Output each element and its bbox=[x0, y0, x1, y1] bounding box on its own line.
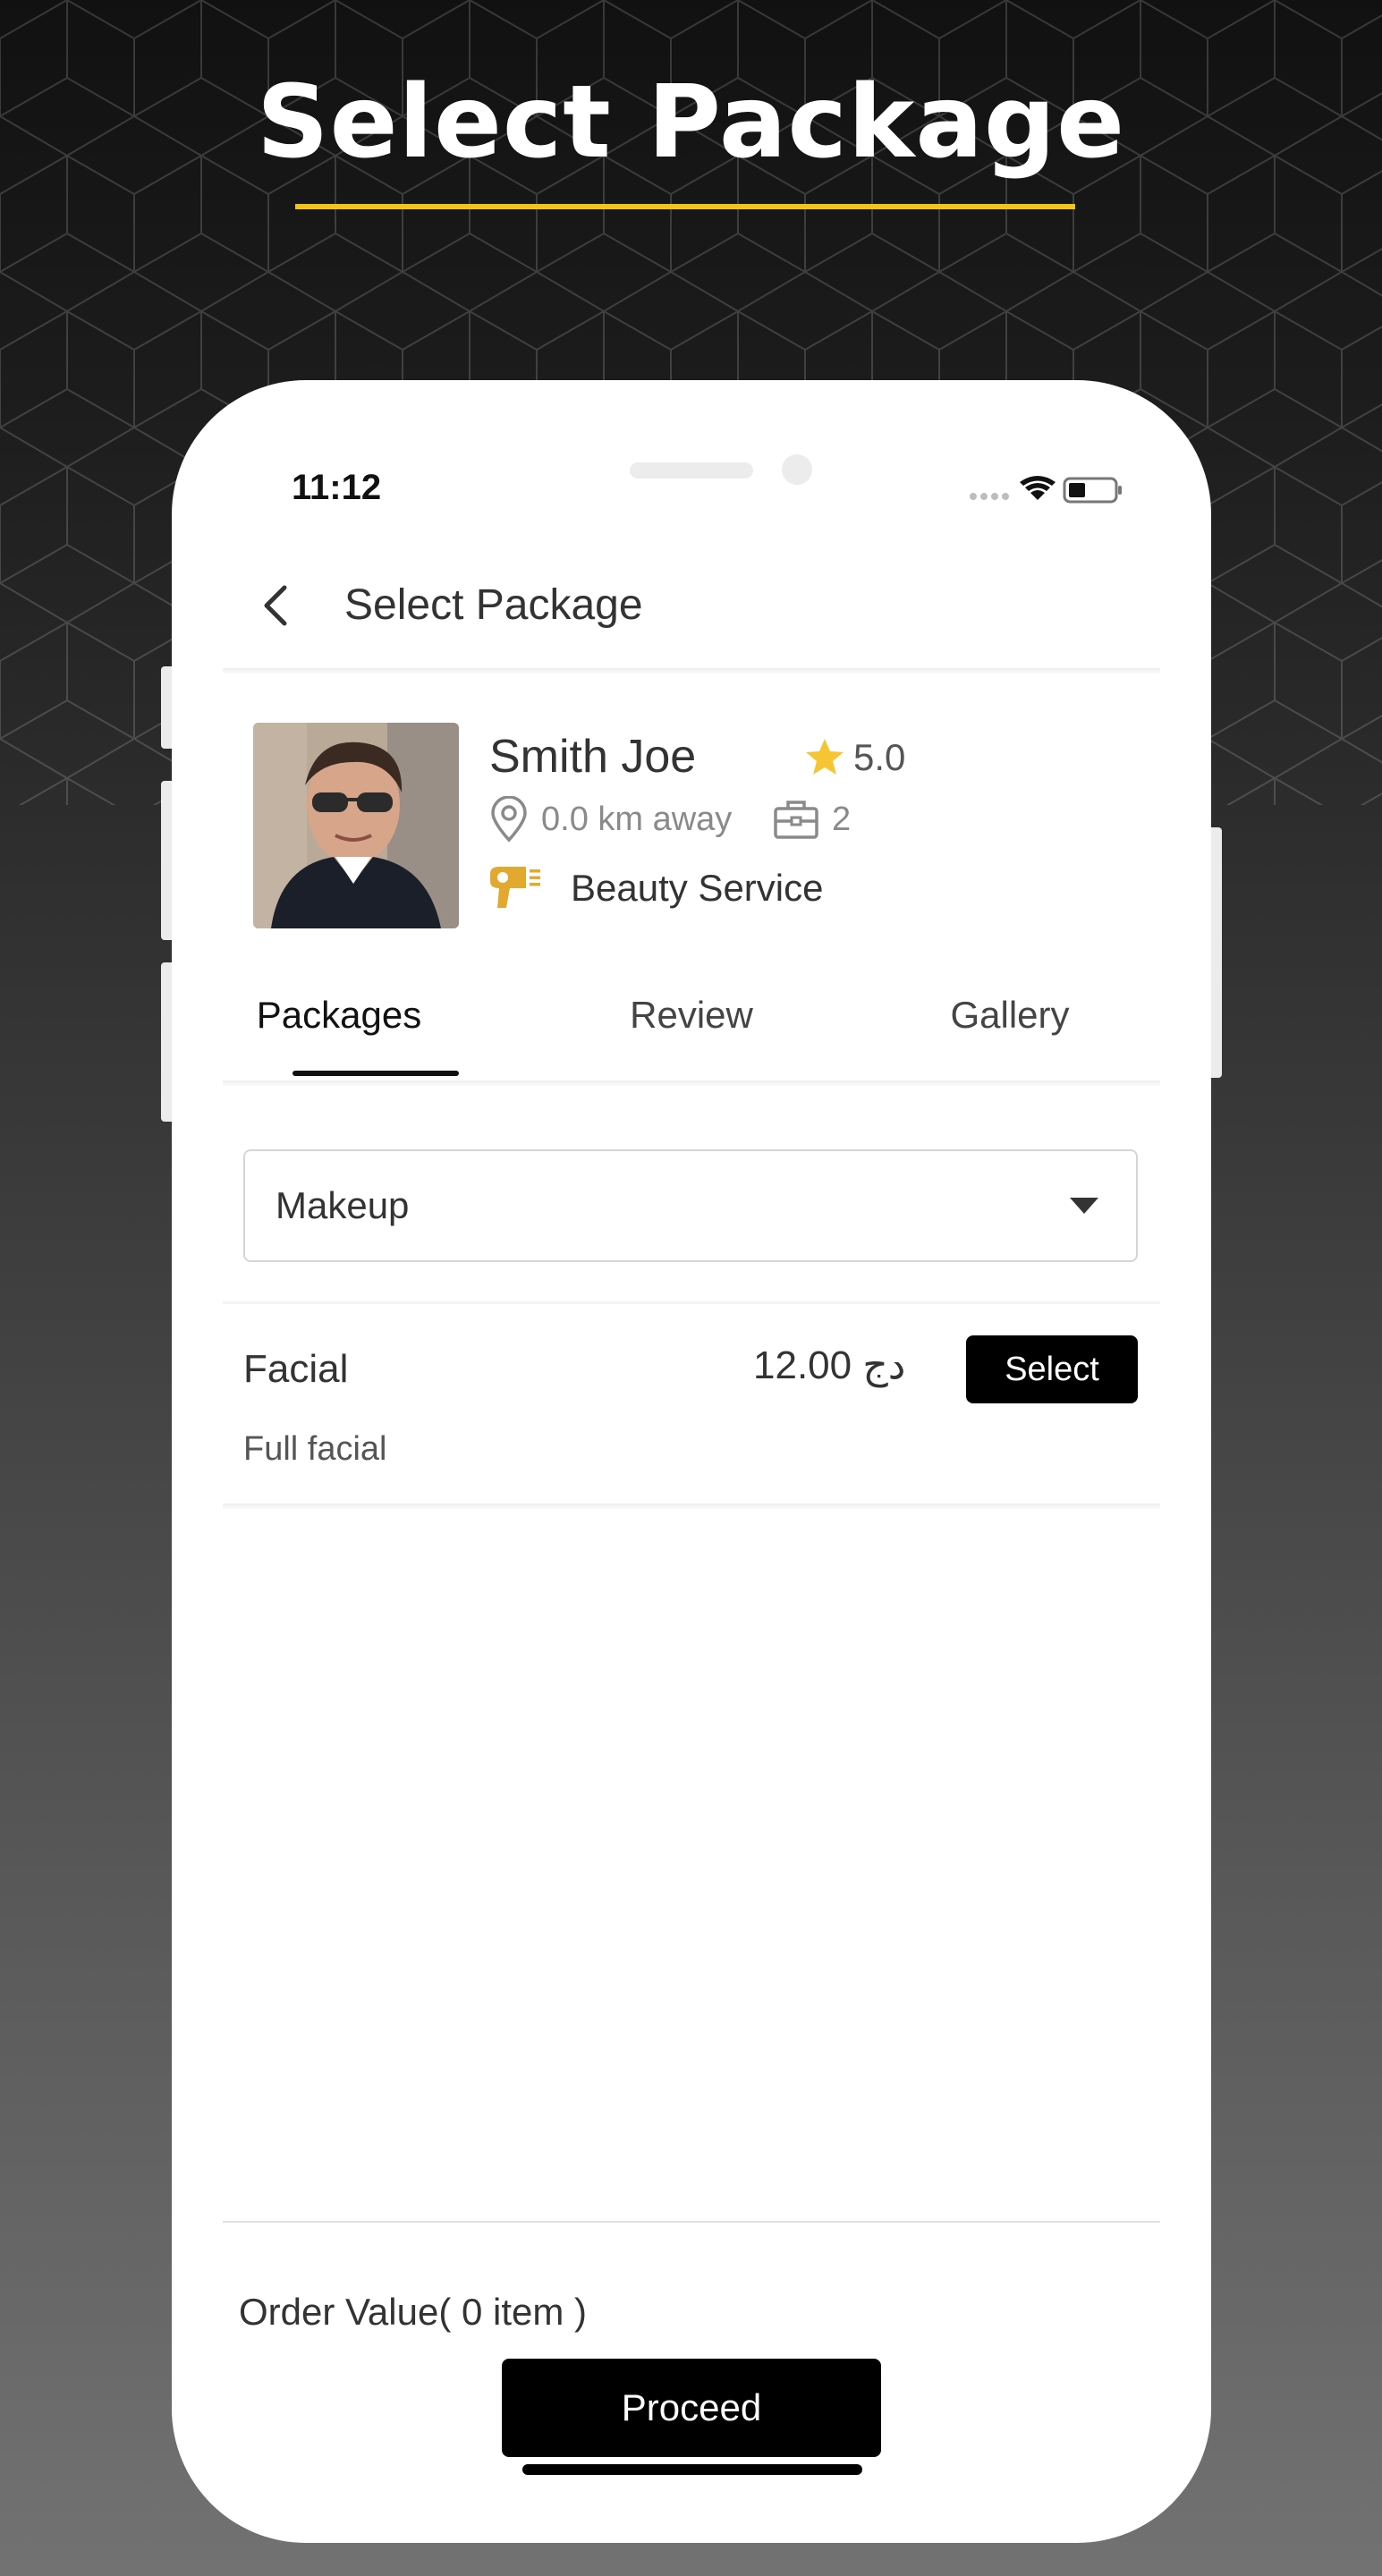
provider-rating: 5.0 bbox=[803, 731, 905, 784]
nav-title: Select Package bbox=[344, 581, 643, 629]
hair-dryer-icon bbox=[490, 867, 540, 908]
phone-camera bbox=[782, 454, 812, 485]
tab-bar: Packages Review Gallery bbox=[223, 978, 1160, 1053]
nav-divider bbox=[223, 668, 1160, 674]
phone-speaker bbox=[630, 462, 753, 479]
package-description: Full facial bbox=[243, 1430, 387, 1468]
order-value: Order Value( 0 item ) bbox=[239, 2291, 588, 2333]
service-name: Beauty Service bbox=[571, 867, 824, 909]
provider-avatar bbox=[253, 723, 459, 928]
dropdown-selected-value: Makeup bbox=[276, 1184, 410, 1226]
location-pin-icon bbox=[491, 796, 527, 843]
signal-icon bbox=[970, 493, 1009, 500]
footer-divider bbox=[223, 2221, 1160, 2223]
package-select-button[interactable]: Select bbox=[966, 1335, 1138, 1403]
home-indicator bbox=[522, 2464, 862, 2475]
package-top-divider bbox=[223, 1301, 1160, 1304]
provider-distance: 0.0 km away bbox=[489, 792, 732, 847]
tabs-divider bbox=[223, 1080, 1160, 1086]
package-name: Facial bbox=[243, 1347, 349, 1391]
proceed-button[interactable]: Proceed bbox=[502, 2359, 881, 2457]
battery-icon bbox=[1063, 477, 1122, 504]
wifi-icon bbox=[1020, 476, 1056, 500]
status-time: 11:12 bbox=[292, 468, 382, 507]
phone-screen: 11:12 Select Package Smith Joe 5.0 0.0 k… bbox=[172, 380, 1211, 2543]
status-icons bbox=[970, 476, 1122, 504]
tab-gallery[interactable]: Gallery bbox=[911, 978, 1108, 1053]
banner-underline bbox=[295, 204, 1075, 209]
rating-value: 5.0 bbox=[853, 736, 906, 778]
tab-review[interactable]: Review bbox=[593, 978, 790, 1053]
tab-active-indicator bbox=[293, 1071, 459, 1076]
distance-text: 0.0 km away bbox=[541, 800, 733, 838]
package-bottom-divider bbox=[223, 1504, 1160, 1509]
briefcase-icon bbox=[774, 801, 818, 839]
chevron-down-icon bbox=[1070, 1198, 1098, 1214]
jobs-count: 2 bbox=[832, 800, 852, 838]
tab-packages[interactable]: Packages bbox=[241, 978, 437, 1053]
provider-jobs: 2 bbox=[773, 792, 851, 847]
banner-title: Select Package bbox=[256, 64, 1126, 181]
star-icon bbox=[806, 739, 844, 775]
category-dropdown[interactable]: Makeup bbox=[243, 1149, 1138, 1262]
back-arrow-icon[interactable] bbox=[250, 579, 304, 632]
provider-service: Beauty Service bbox=[487, 859, 823, 918]
provider-name: Smith Joe bbox=[489, 731, 697, 783]
